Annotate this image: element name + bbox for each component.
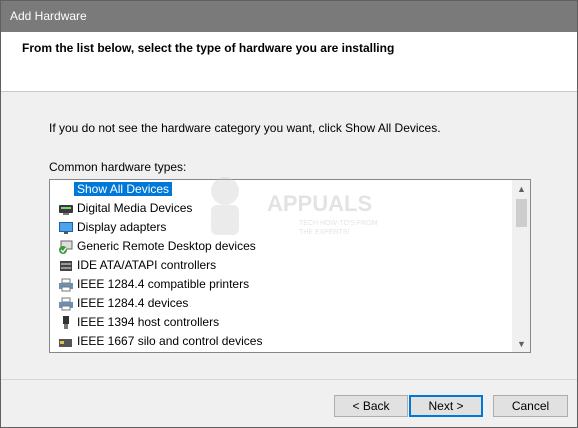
scrollbar-thumb[interactable] <box>516 199 527 227</box>
silo-device-icon <box>58 334 74 349</box>
scroll-down-arrow-icon[interactable]: ▼ <box>513 335 530 352</box>
back-button[interactable]: < Back <box>334 395 408 417</box>
list-label: Common hardware types: <box>49 160 187 174</box>
remote-desktop-icon <box>58 239 74 254</box>
window-title: Add Hardware <box>10 9 87 23</box>
list-item-label: Digital Media Devices <box>77 201 193 215</box>
watermark-brand: APPUALS <box>267 191 372 216</box>
list-item-label: IDE ATA/ATAPI controllers <box>77 258 217 272</box>
display-adapter-icon <box>58 220 74 235</box>
vertical-scrollbar[interactable]: ▲ ▼ <box>512 180 530 352</box>
list-item-ieee-1284-4-devices[interactable]: IEEE 1284.4 devices <box>50 294 512 313</box>
media-device-icon <box>58 201 74 216</box>
watermark-tagline-1: TECH HOW-TO'S FROM <box>299 220 378 227</box>
list-item-label: IEEE 1667 silo and control devices <box>77 334 263 348</box>
printer-icon <box>58 296 74 311</box>
printer-icon <box>58 277 74 292</box>
wizard-header: From the list below, select the type of … <box>1 32 577 92</box>
title-bar[interactable]: Add Hardware <box>1 1 577 32</box>
ide-controller-icon <box>58 258 74 273</box>
list-item-label: IEEE 1284.4 devices <box>77 296 189 310</box>
list-item-label: Display adapters <box>77 220 167 234</box>
list-item-label: Show All Devices <box>74 182 173 196</box>
add-hardware-dialog: Add Hardware From the list below, select… <box>0 0 578 428</box>
scroll-up-arrow-icon[interactable]: ▲ <box>513 180 530 197</box>
list-item-label: IEEE 1284.4 compatible printers <box>77 277 250 291</box>
firewire-icon <box>58 315 74 330</box>
watermark-tagline-2: THE EXPERTS! <box>299 229 349 236</box>
instruction-text: If you do not see the hardware category … <box>49 121 441 135</box>
next-button[interactable]: Next > <box>409 395 483 417</box>
list-item-ieee-1284-4-compatible-printers[interactable]: IEEE 1284.4 compatible printers <box>50 275 512 294</box>
list-item-ieee-1667-silo-and-control-devices[interactable]: IEEE 1667 silo and control devices <box>50 332 512 351</box>
cancel-button[interactable]: Cancel <box>493 395 568 417</box>
list-item-label: IEEE 1394 host controllers <box>77 315 220 329</box>
page-heading: From the list below, select the type of … <box>22 41 395 55</box>
list-item-ieee-1394-host-controllers[interactable]: IEEE 1394 host controllers <box>50 313 512 332</box>
appuals-watermark: APPUALS TECH HOW-TO'S FROM THE EXPERTS! <box>197 169 387 259</box>
footer-divider <box>1 379 577 380</box>
